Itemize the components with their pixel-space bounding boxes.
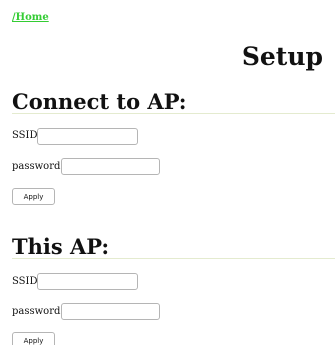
- page-title: Setup: [241, 42, 323, 71]
- this-ap-heading: This AP:: [12, 234, 110, 259]
- this-ap-password-label: password:: [12, 306, 64, 317]
- connect-apply-button[interactable]: Apply: [12, 188, 55, 205]
- this-ap-apply-button[interactable]: Apply: [12, 332, 55, 345]
- this-ap-divider: [12, 258, 335, 259]
- this-ap-password-input[interactable]: [61, 303, 160, 320]
- connect-to-ap-divider: [12, 113, 335, 114]
- connect-ssid-input[interactable]: [37, 128, 138, 145]
- this-ap-ssid-input[interactable]: [37, 273, 138, 290]
- connect-password-label: password:: [12, 161, 64, 172]
- connect-to-ap-heading: Connect to AP:: [12, 89, 187, 114]
- home-link[interactable]: /Home: [12, 12, 49, 23]
- connect-password-input[interactable]: [61, 158, 160, 175]
